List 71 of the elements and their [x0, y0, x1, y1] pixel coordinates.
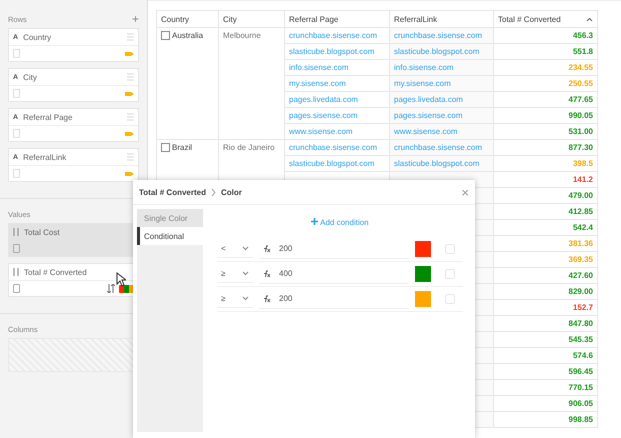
table-cell: 398.5	[572, 159, 593, 168]
operator-dropdown[interactable]: ≥	[217, 290, 253, 308]
value-field[interactable]: 400	[259, 264, 409, 284]
tab[interactable]: Single Color	[137, 209, 203, 227]
menu-icon[interactable]	[127, 73, 134, 81]
tab[interactable]: Conditional	[137, 227, 203, 245]
measure-icon	[13, 228, 19, 236]
column-header[interactable]: Total # Converted	[494, 10, 598, 28]
add-button[interactable]: +	[132, 13, 139, 25]
table-cell: 369.35	[568, 255, 593, 264]
table-cell: 381.36	[568, 239, 593, 248]
menu-icon[interactable]	[127, 33, 134, 41]
close-button[interactable]: ×	[461, 186, 469, 198]
chevron-icon	[242, 246, 249, 251]
table-cell: 234.55	[568, 63, 593, 72]
menu-icon[interactable]	[127, 113, 134, 121]
field-label: ReferralLink	[23, 152, 68, 162]
formula-icon	[263, 270, 271, 278]
cursor-icon	[116, 272, 126, 287]
field-label: Referral Page	[23, 112, 74, 122]
column-header[interactable]: Referral Page	[284, 10, 390, 28]
table-cell: 427.60	[568, 271, 593, 280]
table-cell: 998.85	[568, 415, 593, 424]
table-cell: 542.4	[572, 223, 593, 232]
table-cell: 877.30	[568, 143, 593, 152]
table-cell: 152.7	[572, 303, 593, 312]
table-cell: 551.8	[572, 47, 593, 56]
field-label: City	[23, 72, 38, 82]
color-picker[interactable]	[415, 241, 431, 257]
table-cell: 545.35	[568, 335, 593, 344]
table-cell: 574.6	[572, 351, 593, 360]
field-label: Country	[23, 32, 52, 42]
dialog-subtitle: Color	[220, 188, 242, 196]
column-header[interactable]: Country	[156, 10, 218, 28]
table-cell: 456.3	[572, 31, 593, 40]
table-cell: 477.65	[568, 95, 593, 104]
plus-icon	[311, 218, 318, 224]
formula-icon	[263, 294, 271, 302]
table-cell: 829.00	[568, 287, 593, 296]
table-cell: 770.15	[568, 383, 593, 392]
table-cell: 596.45	[568, 367, 593, 376]
table-cell: 847.80	[568, 319, 593, 328]
column-header[interactable]: ReferralLink	[390, 10, 494, 28]
breadcrumb-icon	[210, 188, 216, 196]
field-label: Total Cost	[24, 228, 61, 236]
table-cell: 250.55	[568, 79, 593, 88]
menu-icon[interactable]	[127, 153, 134, 161]
table-cell: 531.00	[568, 127, 593, 136]
table-cell: 479.00	[568, 191, 593, 200]
value-field[interactable]: 200	[259, 290, 409, 308]
table-cell[interactable]: Brazil	[161, 143, 192, 152]
color-picker[interactable]	[415, 266, 431, 282]
table-cell: 906.05	[568, 399, 593, 408]
table-cell[interactable]: Australia	[161, 31, 204, 40]
operator-dropdown[interactable]: <	[217, 240, 253, 258]
table-cell: Rio de Janeiro	[223, 143, 275, 152]
color-picker[interactable]	[415, 291, 431, 307]
table-cell: 990.05	[568, 111, 593, 120]
formula-icon	[263, 244, 271, 252]
add-condition-link[interactable]: Add condition	[305, 211, 375, 233]
field-label: Total # Converted	[24, 268, 88, 276]
table-cell: Melbourne	[223, 31, 261, 40]
value-field[interactable]: 200	[259, 240, 409, 258]
chevron-icon	[242, 296, 249, 301]
column-header[interactable]: City	[218, 10, 284, 28]
operator-dropdown[interactable]: ≥	[217, 265, 253, 283]
table-cell: 141.2	[572, 175, 593, 184]
measure-icon	[13, 268, 19, 276]
table-cell: 412.85	[568, 207, 593, 216]
chevron-icon	[242, 271, 249, 276]
dialog-title: Total # Converted	[139, 188, 206, 196]
